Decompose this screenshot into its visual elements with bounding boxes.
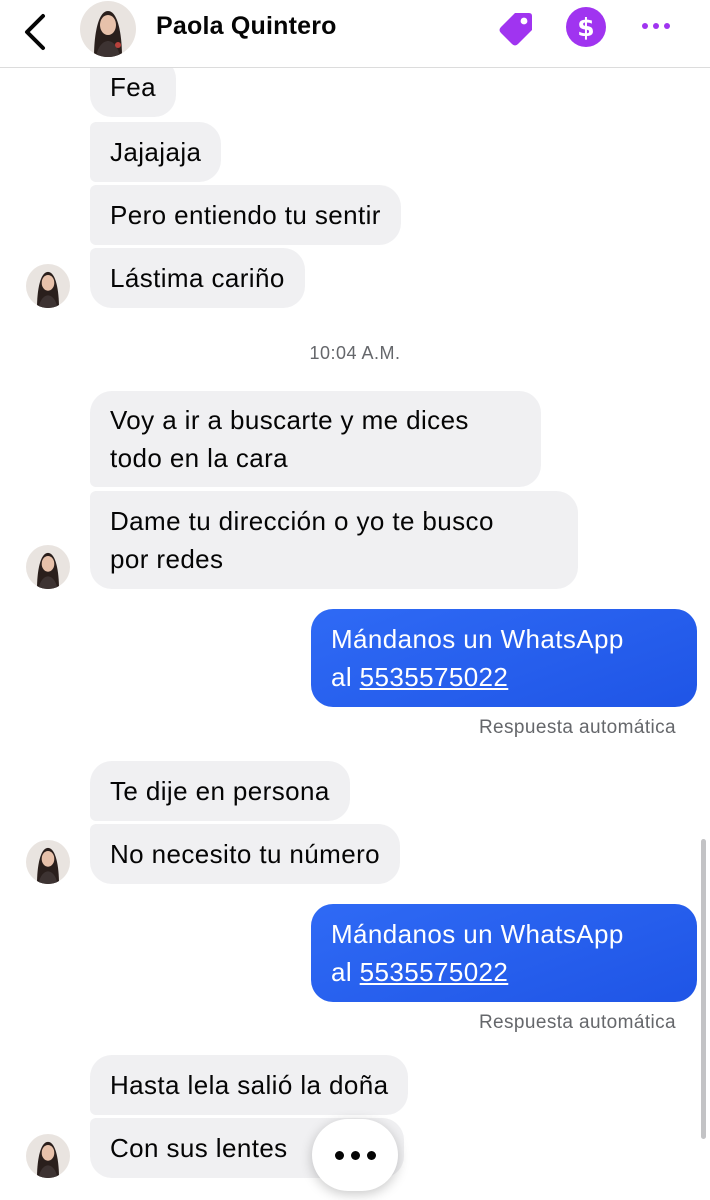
avatar-photo — [26, 264, 70, 308]
message-text-prefix: al — [331, 957, 353, 987]
message-text: Te dije en persona — [110, 776, 330, 806]
message-bubble-incoming[interactable]: Pero entiendo tu sentir — [90, 185, 401, 245]
message-bubble-incoming[interactable]: No necesito tu número — [90, 824, 400, 884]
message-text-line: por redes — [110, 544, 224, 574]
message-bubble-outgoing[interactable]: Mándanos un WhatsApp al 5535575022 — [311, 904, 697, 1002]
message-text: Lástima cariño — [110, 263, 285, 293]
message-text: Pero entiendo tu sentir — [110, 200, 381, 230]
message-bubble-outgoing[interactable]: Mándanos un WhatsApp al 5535575022 — [311, 609, 697, 707]
auto-reply-label: Respuesta automática — [478, 717, 676, 738]
contact-name[interactable]: Paola Quintero — [156, 12, 337, 41]
tag-icon — [499, 13, 532, 46]
scrollbar[interactable] — [701, 839, 706, 1139]
back-chevron-icon — [25, 14, 45, 50]
back-button[interactable] — [14, 12, 54, 52]
message-text-line: Dame tu dirección o yo te busco — [110, 506, 494, 536]
more-icon — [642, 23, 648, 29]
sender-avatar[interactable] — [26, 264, 70, 308]
message-text: Fea — [110, 72, 157, 102]
auto-reply-label: Respuesta automática — [478, 1012, 676, 1033]
message-text-line: Mándanos un WhatsApp — [331, 624, 624, 654]
message-text-line: Voy a ir a buscarte y me dices — [110, 405, 469, 435]
message-bubble-incoming[interactable]: Jajajaja — [90, 122, 222, 182]
avatar-photo — [26, 1134, 70, 1178]
dollar-icon: $ — [577, 12, 595, 42]
message-bubble-incoming[interactable]: Voy a ir a buscarte y me dices todo en l… — [90, 391, 541, 487]
phone-link[interactable]: 5535575022 — [360, 957, 509, 987]
more-options-button[interactable] — [636, 10, 676, 42]
message-text-line: Mándanos un WhatsApp — [331, 919, 624, 949]
message-text-line: al 5535575022 — [331, 658, 508, 696]
typing-indicator — [312, 1119, 398, 1191]
label-button[interactable] — [494, 6, 538, 50]
message-timestamp: 10:04 A.M. — [309, 343, 401, 363]
payment-button[interactable]: $ — [566, 7, 606, 47]
message-text: Jajajaja — [110, 137, 202, 167]
avatar-photo — [80, 1, 136, 57]
typing-indicator-icon — [334, 1150, 344, 1160]
avatar-photo — [26, 545, 70, 589]
message-bubble-incoming[interactable]: Te dije en persona — [90, 761, 350, 821]
message-bubble-incoming[interactable]: Dame tu dirección o yo te busco por rede… — [90, 491, 578, 589]
chat-header: Paola Quintero $ — [0, 0, 710, 68]
message-text: No necesito tu número — [110, 839, 380, 869]
sender-avatar[interactable] — [26, 1134, 70, 1178]
message-list[interactable]: Fea Jajajaja Pero entiendo tu sentir Lás… — [0, 57, 710, 1200]
message-text: Con sus lentes — [110, 1133, 288, 1163]
message-text: Hasta lela salió la doña — [110, 1070, 389, 1100]
message-bubble-incoming[interactable]: Hasta lela salió la doña — [90, 1055, 409, 1115]
message-text-line: todo en la cara — [110, 443, 289, 473]
message-bubble-incoming[interactable]: Lástima cariño — [90, 248, 305, 308]
sender-avatar[interactable] — [26, 840, 70, 884]
contact-avatar[interactable] — [80, 1, 136, 57]
message-text-line: al 5535575022 — [331, 953, 508, 991]
sender-avatar[interactable] — [26, 545, 70, 589]
phone-link[interactable]: 5535575022 — [360, 662, 509, 692]
avatar-photo — [26, 840, 70, 884]
message-text-prefix: al — [331, 662, 353, 692]
